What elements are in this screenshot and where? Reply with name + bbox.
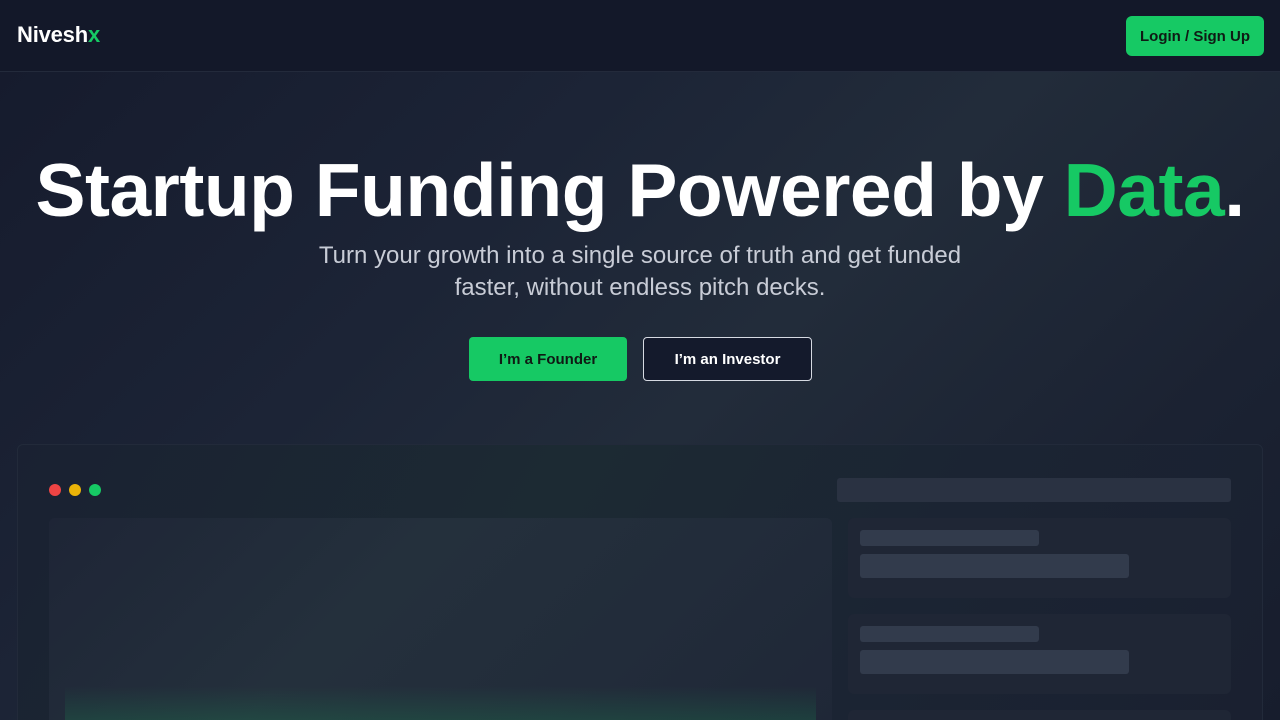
hero-title-main: Startup Funding Powered by [35, 148, 1064, 232]
preview-metric-card [848, 614, 1231, 694]
preview-metric-card [848, 518, 1231, 598]
skeleton-label [860, 530, 1039, 546]
hero-subtitle-line1: Turn your growth into a single source of… [318, 242, 962, 269]
hero-title-period: . [1224, 148, 1245, 232]
login-signup-button[interactable]: Login / Sign Up [1126, 16, 1264, 56]
brand-logo[interactable]: Niveshx [17, 22, 100, 48]
window-close-dot-icon [49, 484, 61, 496]
hero-subtitle-line2: faster, without endless pitch decks. [454, 274, 826, 301]
skeleton-value [860, 650, 1129, 674]
preview-search-bar-placeholder [837, 478, 1231, 502]
logo-text: Nivesh [17, 22, 88, 47]
investor-button[interactable]: I’m an Investor [643, 337, 812, 381]
hero-title: Startup Funding Powered by Data. [0, 148, 1280, 232]
top-nav: Niveshx Login / Sign Up [0, 0, 1280, 72]
skeleton-label [860, 626, 1039, 642]
hero-title-accent: Data [1063, 148, 1225, 232]
preview-chart-area [65, 686, 816, 720]
logo-accent-text: x [87, 22, 100, 47]
hero-subtitle: Turn your growth into a single source of… [280, 240, 1000, 304]
founder-button[interactable]: I’m a Founder [469, 337, 627, 381]
window-minimize-dot-icon [69, 484, 81, 496]
skeleton-value [860, 554, 1129, 578]
preview-chart-panel [49, 518, 832, 720]
preview-metric-card [848, 710, 1231, 720]
window-maximize-dot-icon [89, 484, 101, 496]
